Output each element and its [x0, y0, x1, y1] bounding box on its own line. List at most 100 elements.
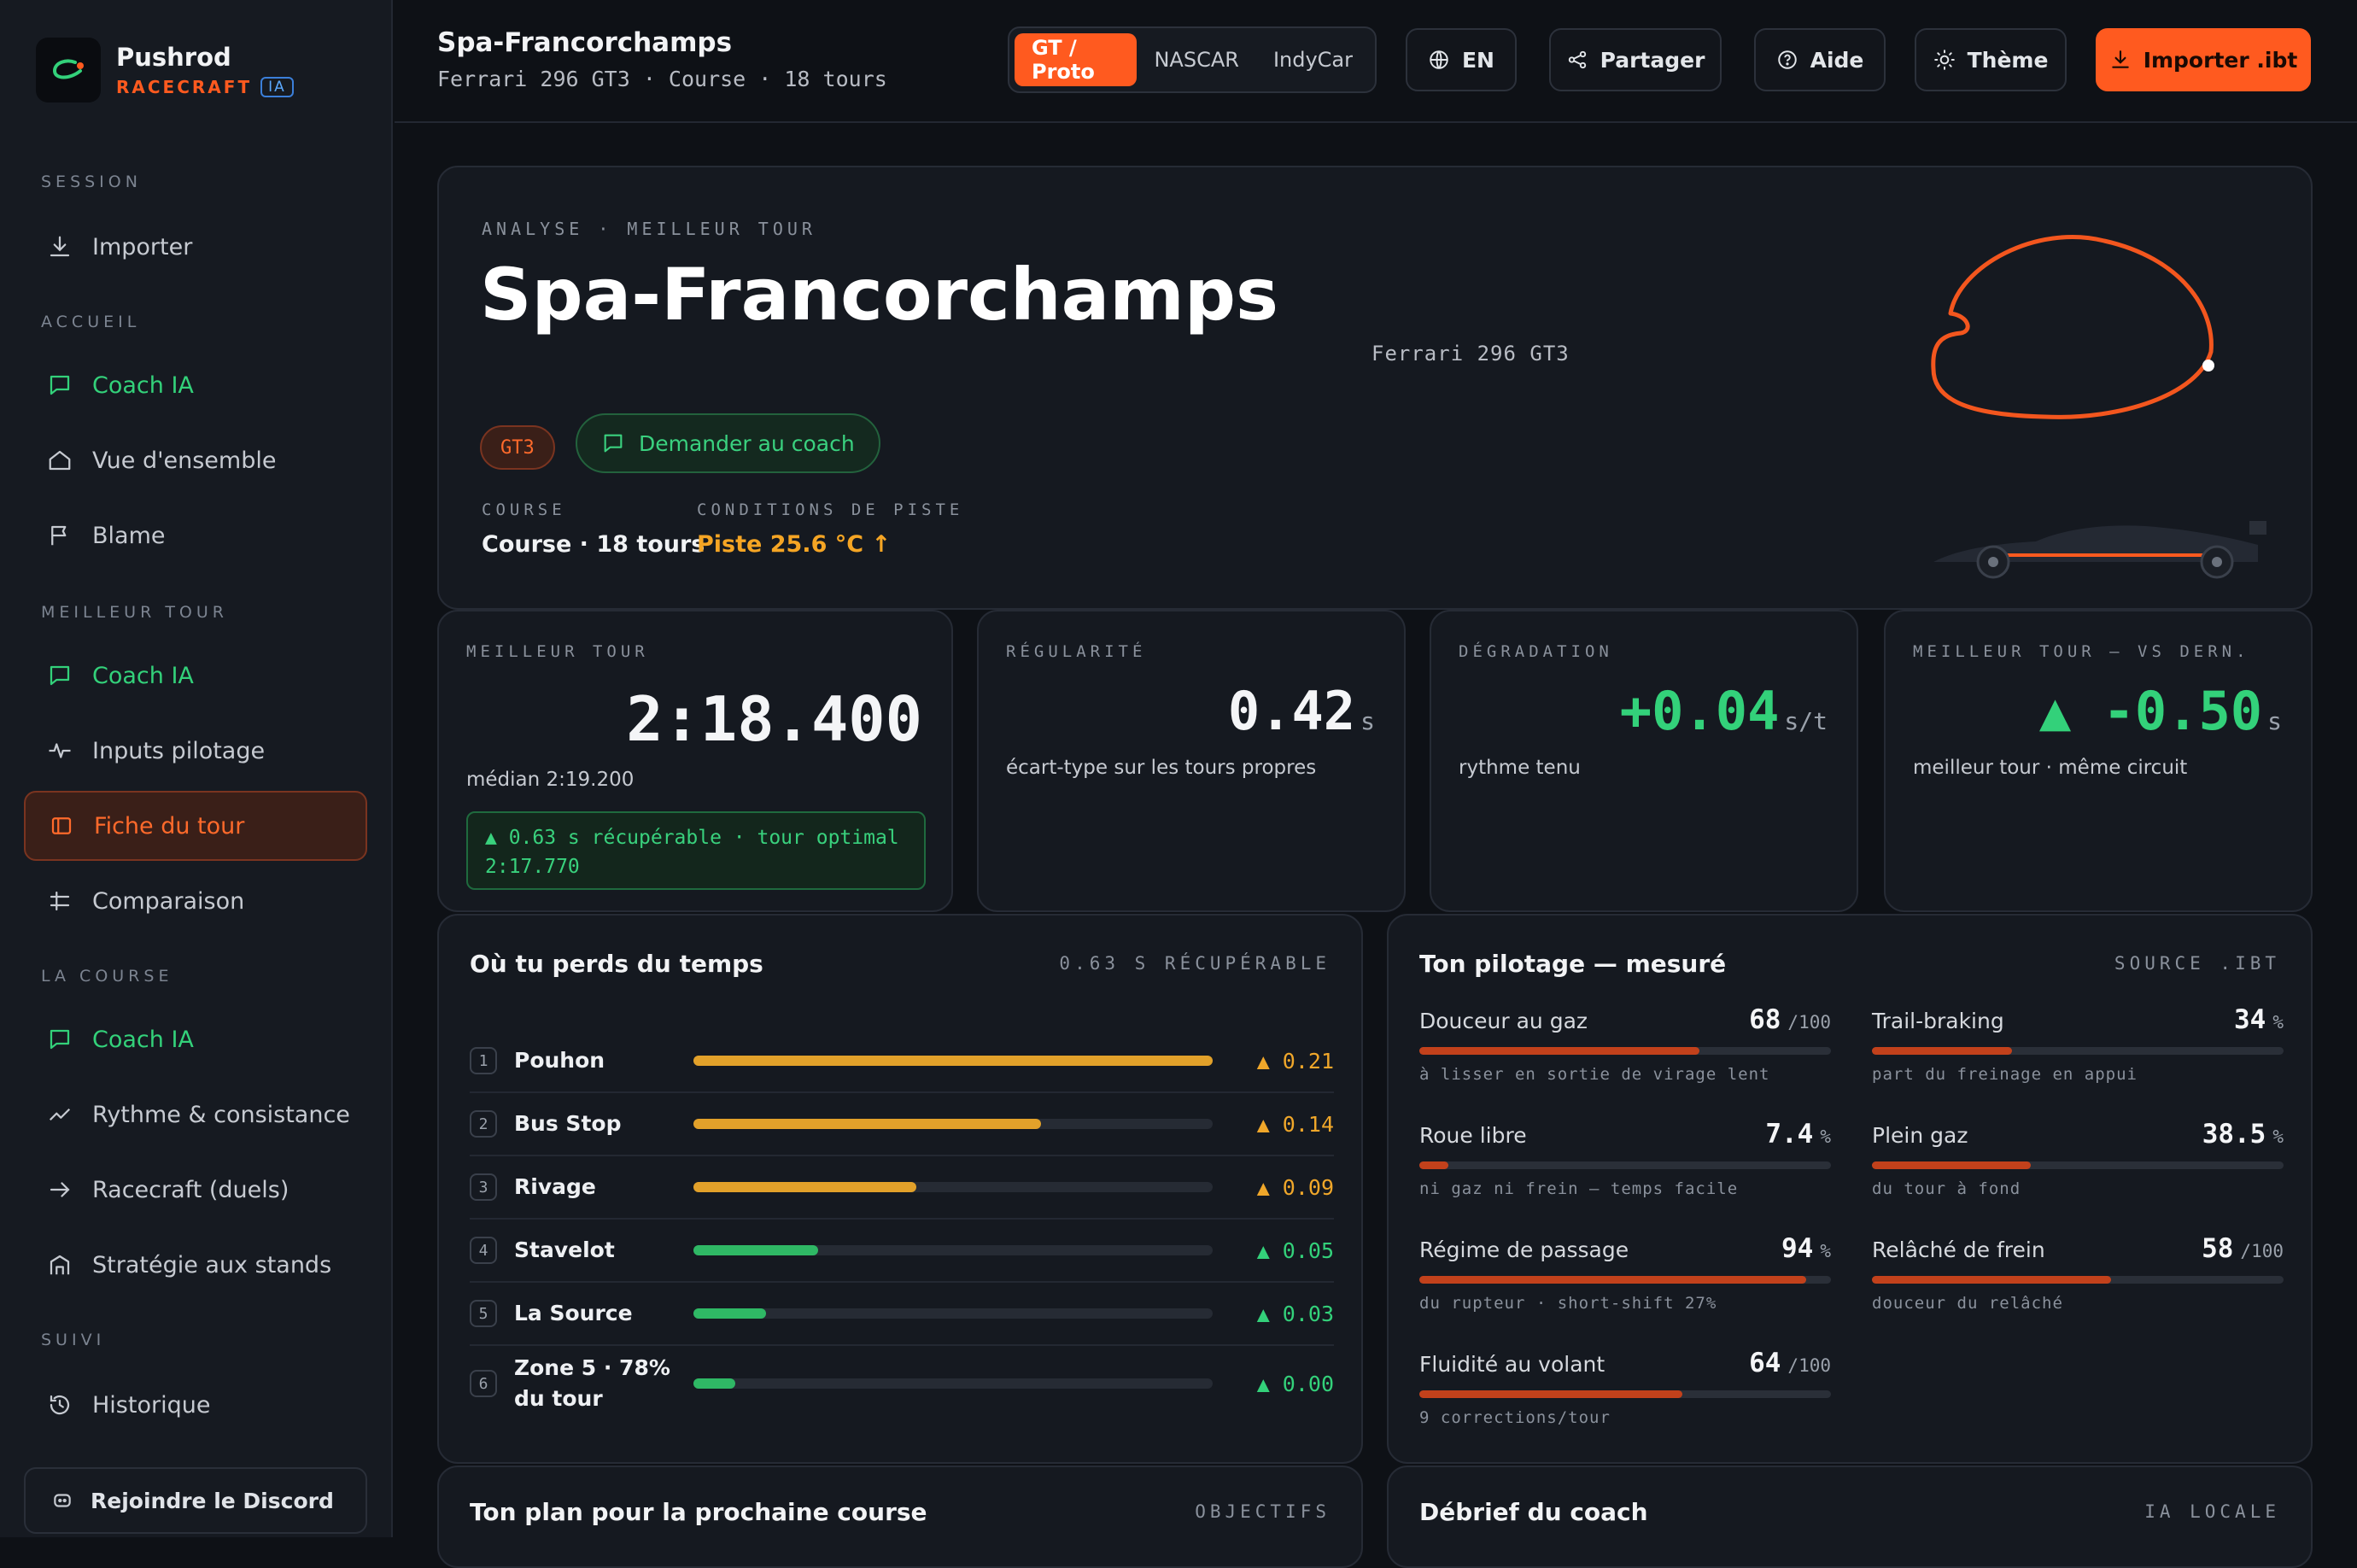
metric-unit: % [2272, 1012, 2284, 1033]
sidebar-item-label: Vue d'ensemble [92, 447, 277, 474]
compare-icon [44, 886, 75, 916]
corner-rank: 2 [470, 1110, 497, 1138]
conditions-label: CONDITIONS DE PISTE [697, 500, 964, 519]
metric-value: 38.5 [2202, 1119, 2266, 1150]
sidebar-item-coach-tour[interactable]: Coach IA [24, 641, 367, 711]
loss-bar [693, 1119, 1213, 1129]
metric-name: Trail-braking [1872, 1009, 2004, 1033]
regularity-card: RÉGULARITÉ 0.42 s écart-type sur les tour… [977, 610, 1406, 912]
metric-cell: Plein gaz 38.5% du tour à fond [1872, 1119, 2284, 1198]
page-title: Spa-Francorchamps [437, 27, 733, 58]
metric-bar-fill [1872, 1047, 2012, 1055]
sidebar-item-rythme[interactable]: Rythme & consistance [24, 1079, 367, 1150]
time-loss-row[interactable]: 4 Stavelot ▲ 0.05 [470, 1220, 1334, 1283]
corner-name: Pouhon [514, 1048, 605, 1073]
sidebar-item-label: Importer [92, 233, 193, 260]
optimal-lap: 2:17.770 [485, 856, 580, 878]
driving-panel: Ton pilotage — mesuré SOURCE .IBT Douceu… [1387, 914, 2313, 1464]
metric-value: 94 [1781, 1233, 1814, 1264]
metric-cell: Roue libre 7.4% ni gaz ni frein — temps fa… [1419, 1119, 1831, 1198]
sidebar-item-vue[interactable]: Vue d'ensemble [24, 425, 367, 495]
corner-rank: 4 [470, 1237, 497, 1264]
loss-bar-fill [693, 1119, 1042, 1129]
time-loss-row[interactable]: 6 Zone 5 · 78% du tour ▲ 0.00 [470, 1346, 1334, 1421]
best-lap-card: MEILLEUR TOUR 2:18.400 médian 2:19.200 ▲… [437, 610, 953, 912]
history-icon [44, 1390, 75, 1420]
metric-bar [1419, 1390, 1831, 1398]
metric-cell: Régime de passage 94% du rupteur · short-s… [1419, 1233, 1831, 1313]
metric-unit: /100 [1787, 1355, 1831, 1376]
hero-kicker: ANALYSE · MEILLEUR TOUR [482, 219, 816, 239]
discord-button[interactable]: Rejoindre le Discord [24, 1467, 367, 1534]
regularity-value: 0.42 [1227, 680, 1356, 742]
regularity-label: RÉGULARITÉ [1006, 642, 1147, 661]
regularity-desc: écart-type sur les tours propres [1006, 757, 1317, 779]
plan-panel: Ton plan pour la prochaine course OBJECT… [437, 1466, 1363, 1568]
sidebar-item-racecraft[interactable]: Racecraft (duels) [24, 1155, 367, 1225]
sidebar-item-blame[interactable]: Blame [24, 500, 367, 570]
metric-cell: Fluidité au volant 64/100 9 corrections/to… [1419, 1348, 1831, 1427]
metric-value: 64 [1749, 1348, 1781, 1378]
brand-sub: RACECRAFT [116, 77, 253, 97]
language-button[interactable]: EN [1406, 28, 1517, 91]
theme-button[interactable]: Thème [1915, 28, 2067, 91]
time-loss-row[interactable]: 3 Rivage ▲ 0.09 [470, 1156, 1334, 1220]
help-button[interactable]: Aide [1754, 28, 1886, 91]
debrief-panel: Débrief du coach IA LOCALE [1387, 1466, 2313, 1568]
metric-name: Fluidité au volant [1419, 1352, 1605, 1377]
chat-icon [601, 431, 625, 455]
median-value: médian 2:19.200 [466, 769, 635, 791]
loss-bar [693, 1378, 1213, 1389]
loss-delta: ▲ 0.21 [1256, 1048, 1334, 1074]
chat-icon [44, 660, 75, 691]
sidebar-item-historique[interactable]: Historique [24, 1370, 367, 1440]
page-subtitle: Ferrari 296 GT3 · Course · 18 tours [437, 67, 887, 91]
best-lap-label: MEILLEUR TOUR [466, 642, 649, 661]
sidebar-item-strategie[interactable]: Stratégie aux stands [24, 1230, 367, 1300]
metric-cell: Trail-braking 34% part du freinage en appu… [1872, 1004, 2284, 1084]
corner-name: Bus Stop [514, 1111, 622, 1136]
hero-card: ANALYSE · MEILLEUR TOUR Spa-Francorchamp… [437, 166, 2313, 610]
sidebar-item-fiche[interactable]: Fiche du tour [24, 791, 367, 861]
sidebar-item-label: Comparaison [92, 887, 245, 915]
import-ibt-button[interactable]: Importer .ibt [2096, 28, 2311, 91]
vs-last-value: ▲ -0.50 [2038, 680, 2263, 742]
garage-icon [44, 1249, 75, 1280]
loss-bar-fill [693, 1182, 917, 1192]
track-map [1931, 235, 2214, 419]
series-indycar[interactable]: IndyCar [1256, 33, 1370, 86]
time-loss-row[interactable]: 5 La Source ▲ 0.03 [470, 1283, 1334, 1346]
time-loss-row[interactable]: 2 Bus Stop ▲ 0.14 [470, 1093, 1334, 1156]
chat-icon [44, 1024, 75, 1055]
sidebar-item-coach-accueil[interactable]: Coach IA [24, 350, 367, 420]
time-loss-row[interactable]: 1 Pouhon ▲ 0.21 [470, 1030, 1334, 1093]
sidebar-item-comparaison[interactable]: Comparaison [24, 866, 367, 936]
course-label: COURSE [482, 500, 566, 519]
metric-hint: du rupteur · short-shift 27% [1419, 1294, 1717, 1313]
loss-bar-fill [693, 1245, 818, 1255]
sidebar-item-inputs[interactable]: Inputs pilotage [24, 716, 367, 786]
sidebar-item-label: Coach IA [92, 1026, 194, 1053]
metric-unit: /100 [1787, 1012, 1831, 1033]
brand[interactable]: Pushrod RACECRAFT IA [36, 38, 294, 102]
ask-coach-button[interactable]: Demander au coach [576, 413, 880, 473]
corner-rank: 6 [470, 1370, 497, 1397]
sidebar-item-coach-course[interactable]: Coach IA [24, 1004, 367, 1074]
time-loss-total: 0.63 S RÉCUPÉRABLE [1059, 953, 1331, 974]
series-nascar[interactable]: NASCAR [1137, 33, 1255, 86]
loss-bar [693, 1182, 1213, 1192]
loss-bar [693, 1056, 1213, 1066]
corner-name: Rivage [514, 1174, 596, 1199]
metric-bar [1872, 1161, 2284, 1169]
plan-title: Ton plan pour la prochaine course [470, 1498, 927, 1526]
help-label: Aide [1810, 47, 1864, 73]
series-gt-proto[interactable]: GT / Proto [1015, 33, 1138, 86]
metric-bar [1419, 1161, 1831, 1169]
degradation-unit: s/t [1784, 707, 1828, 735]
loss-bar [693, 1245, 1213, 1255]
share-button[interactable]: Partager [1549, 28, 1722, 91]
loss-bar-fill [693, 1056, 1213, 1066]
degradation-label: DÉGRADATION [1459, 642, 1613, 661]
sidebar-item-importer[interactable]: Importer [24, 212, 367, 282]
degradation-value: +0.04 [1619, 680, 1780, 742]
